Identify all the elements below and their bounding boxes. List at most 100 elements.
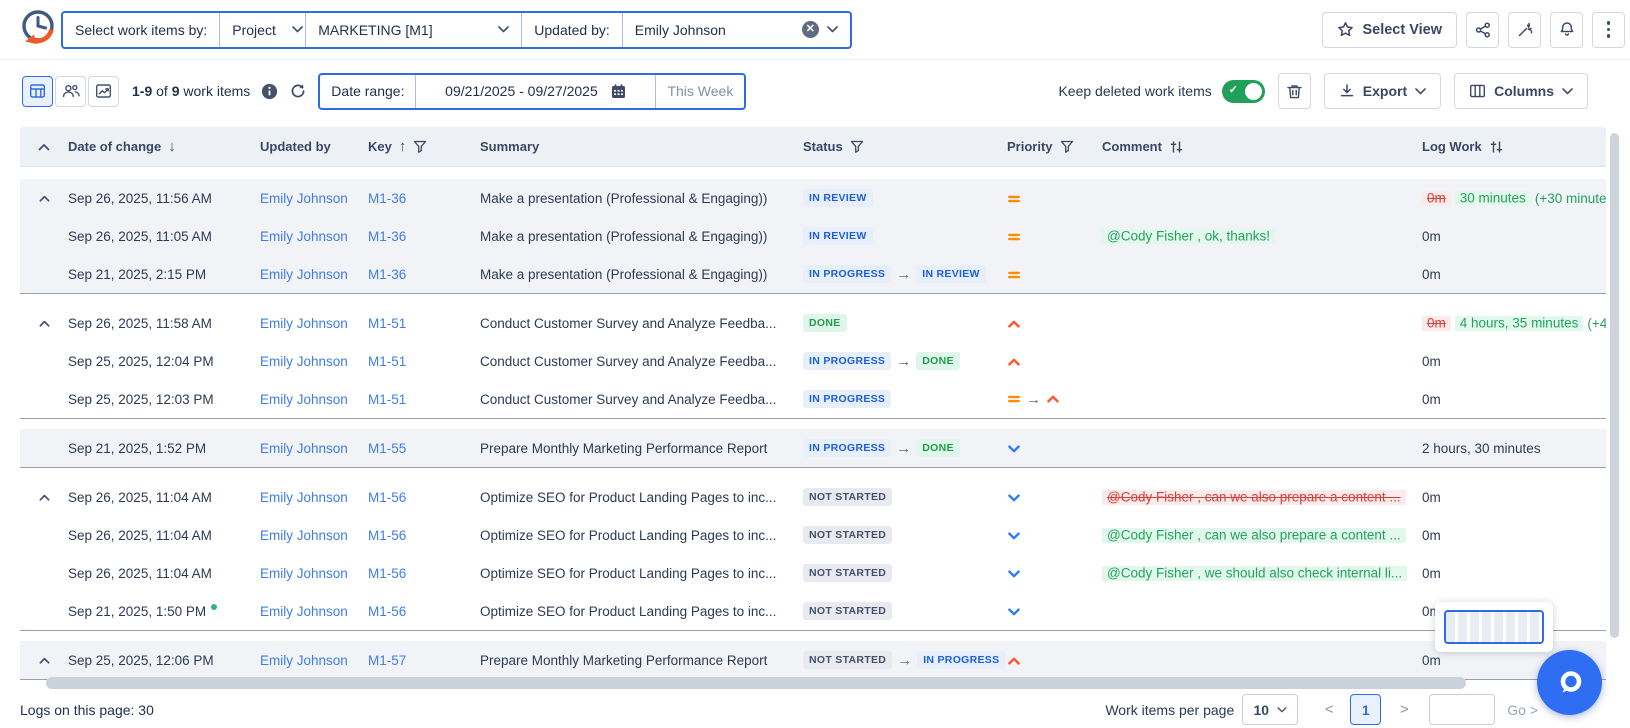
logs-count-text: Logs on this page: 30 bbox=[20, 702, 154, 718]
work-item-key-link[interactable]: M1-56 bbox=[368, 604, 406, 619]
delete-button[interactable] bbox=[1278, 73, 1311, 109]
updated-by-link[interactable]: Emily Johnson bbox=[260, 316, 348, 331]
scroll-thumb-preview[interactable] bbox=[1444, 610, 1544, 644]
table-row[interactable]: Sep 26, 2025, 11:04 AMEmily JohnsonM1-56… bbox=[20, 478, 1606, 516]
filter-funnel-icon[interactable] bbox=[1060, 140, 1074, 154]
more-options-button[interactable] bbox=[1592, 12, 1625, 48]
per-page-select[interactable]: 10 bbox=[1242, 694, 1298, 725]
go-to-page-input[interactable] bbox=[1429, 694, 1495, 725]
column-header-comment[interactable]: Comment bbox=[1102, 139, 1422, 154]
column-header-summary[interactable]: Summary bbox=[480, 139, 803, 154]
updated-by-link[interactable]: Emily Johnson bbox=[260, 441, 348, 456]
collapse-all-button[interactable] bbox=[20, 140, 68, 154]
column-header-date[interactable]: Date of change ↓ bbox=[68, 138, 260, 155]
updated-by-link[interactable]: Emily Johnson bbox=[260, 354, 348, 369]
work-item-key-link[interactable]: M1-36 bbox=[368, 191, 406, 206]
work-item-key-link[interactable]: M1-56 bbox=[368, 528, 406, 543]
filter-mode-select[interactable]: Project bbox=[219, 13, 305, 47]
chart-view-toggle[interactable] bbox=[88, 76, 119, 107]
column-header-updated-by[interactable]: Updated by bbox=[260, 139, 368, 154]
updated-by-select[interactable]: Emily Johnson ✕ bbox=[622, 13, 850, 47]
updated-by-link[interactable]: Emily Johnson bbox=[260, 490, 348, 505]
search-fab-button[interactable] bbox=[1537, 650, 1602, 715]
log-work-value: 0m bbox=[1422, 490, 1441, 505]
table-row[interactable]: Sep 26, 2025, 11:04 AMEmily JohnsonM1-56… bbox=[20, 516, 1606, 554]
column-header-log-work[interactable]: Log Work bbox=[1422, 139, 1606, 154]
date-range-picker[interactable]: 09/21/2025 - 09/27/2025 bbox=[415, 75, 655, 108]
settings-sliders-icon[interactable] bbox=[1169, 140, 1184, 154]
updated-by-link[interactable]: Emily Johnson bbox=[260, 604, 348, 619]
priority-cell bbox=[1007, 440, 1102, 455]
work-item-key-link[interactable]: M1-51 bbox=[368, 392, 406, 407]
table-row[interactable]: Sep 26, 2025, 11:58 AMEmily JohnsonM1-51… bbox=[20, 304, 1606, 342]
comment-cell: @Cody Fisher , we should also check inte… bbox=[1102, 566, 1422, 581]
current-page-button[interactable]: 1 bbox=[1350, 694, 1381, 725]
filter-funnel-icon[interactable] bbox=[413, 140, 427, 154]
table-view-icon bbox=[29, 83, 46, 99]
column-header-status[interactable]: Status bbox=[803, 139, 1007, 154]
work-item-key-link[interactable]: M1-51 bbox=[368, 354, 406, 369]
table-row[interactable]: Sep 21, 2025, 2:15 PMEmily JohnsonM1-36M… bbox=[20, 255, 1606, 293]
table-row[interactable]: Sep 26, 2025, 11:04 AMEmily JohnsonM1-56… bbox=[20, 554, 1606, 592]
magic-wand-button[interactable] bbox=[1508, 12, 1541, 48]
summary-text: Make a presentation (Professional & Enga… bbox=[480, 229, 803, 244]
work-item-key-link[interactable]: M1-57 bbox=[368, 653, 406, 668]
toolbar: 1-9 of 9 work items Date range: 09/21/20… bbox=[0, 62, 1630, 120]
export-button[interactable]: Export bbox=[1324, 73, 1441, 109]
updated-by-link[interactable]: Emily Johnson bbox=[260, 229, 348, 244]
work-item-key-link[interactable]: M1-36 bbox=[368, 229, 406, 244]
table-row[interactable]: Sep 26, 2025, 11:05 AMEmily JohnsonM1-36… bbox=[20, 217, 1606, 255]
calendar-icon bbox=[610, 83, 627, 100]
table-row[interactable]: Sep 21, 2025, 1:52 PMEmily JohnsonM1-55P… bbox=[20, 429, 1606, 467]
date-of-change: Sep 21, 2025, 2:15 PM bbox=[68, 267, 260, 282]
columns-button[interactable]: Columns bbox=[1454, 73, 1588, 109]
work-item-group: Sep 21, 2025, 1:52 PMEmily JohnsonM1-55P… bbox=[20, 429, 1606, 468]
work-item-key-link[interactable]: M1-55 bbox=[368, 441, 406, 456]
table-row[interactable]: Sep 25, 2025, 12:04 PMEmily JohnsonM1-51… bbox=[20, 342, 1606, 380]
column-header-key[interactable]: Key ↑ bbox=[368, 138, 480, 155]
table-row[interactable]: Sep 25, 2025, 12:03 PMEmily JohnsonM1-51… bbox=[20, 380, 1606, 418]
clear-filter-icon[interactable]: ✕ bbox=[802, 21, 819, 38]
table-row[interactable]: Sep 25, 2025, 12:06 PMEmily JohnsonM1-57… bbox=[20, 641, 1606, 679]
floating-scroll-widget[interactable] bbox=[1435, 602, 1553, 652]
refresh-icon[interactable] bbox=[289, 82, 307, 100]
updated-by-link[interactable]: Emily Johnson bbox=[260, 267, 348, 282]
updated-by-link[interactable]: Emily Johnson bbox=[260, 392, 348, 407]
prev-page-button[interactable]: < bbox=[1322, 701, 1336, 718]
row-collapse-toggle[interactable] bbox=[20, 491, 68, 504]
table-row[interactable]: Sep 21, 2025, 1:50 PMEmily JohnsonM1-56O… bbox=[20, 592, 1606, 630]
project-select[interactable]: MARKETING [M1] bbox=[305, 13, 521, 47]
work-item-key-link[interactable]: M1-51 bbox=[368, 316, 406, 331]
people-view-toggle[interactable] bbox=[55, 76, 86, 107]
keep-deleted-toggle[interactable]: ✓ bbox=[1222, 80, 1265, 103]
updated-by-link[interactable]: Emily Johnson bbox=[260, 566, 348, 581]
table-view-toggle[interactable] bbox=[22, 76, 53, 107]
work-item-key-link[interactable]: M1-56 bbox=[368, 490, 406, 505]
sort-desc-icon[interactable]: ↓ bbox=[168, 138, 176, 155]
updated-by-link[interactable]: Emily Johnson bbox=[260, 653, 348, 668]
table-row[interactable]: Sep 26, 2025, 11:56 AMEmily JohnsonM1-36… bbox=[20, 179, 1606, 217]
settings-sliders-icon[interactable] bbox=[1489, 140, 1504, 154]
row-collapse-toggle[interactable] bbox=[20, 317, 68, 330]
share-button[interactable] bbox=[1466, 12, 1499, 48]
updated-by-link[interactable]: Emily Johnson bbox=[260, 528, 348, 543]
updated-by-link[interactable]: Emily Johnson bbox=[260, 191, 348, 206]
work-item-key-link[interactable]: M1-36 bbox=[368, 267, 406, 282]
vertical-scrollbar[interactable] bbox=[1610, 133, 1619, 638]
row-collapse-toggle[interactable] bbox=[20, 654, 68, 667]
filter-funnel-icon[interactable] bbox=[850, 140, 864, 154]
horizontal-scrollbar[interactable] bbox=[46, 677, 1466, 689]
select-view-button[interactable]: Select View bbox=[1322, 12, 1457, 48]
go-button[interactable]: Go > bbox=[1507, 702, 1538, 718]
log-work-value: 0m bbox=[1422, 528, 1441, 543]
column-header-priority[interactable]: Priority bbox=[1007, 139, 1102, 154]
work-item-key-link[interactable]: M1-56 bbox=[368, 566, 406, 581]
info-icon[interactable] bbox=[261, 83, 278, 100]
next-page-button[interactable]: > bbox=[1397, 701, 1411, 718]
notifications-button[interactable] bbox=[1550, 12, 1583, 48]
filter-label: Select work items by: bbox=[63, 13, 219, 47]
period-preset[interactable]: This Week bbox=[655, 75, 744, 108]
sort-asc-icon[interactable]: ↑ bbox=[399, 138, 407, 155]
priority-medium-icon bbox=[1007, 392, 1021, 406]
row-collapse-toggle[interactable] bbox=[20, 192, 68, 205]
